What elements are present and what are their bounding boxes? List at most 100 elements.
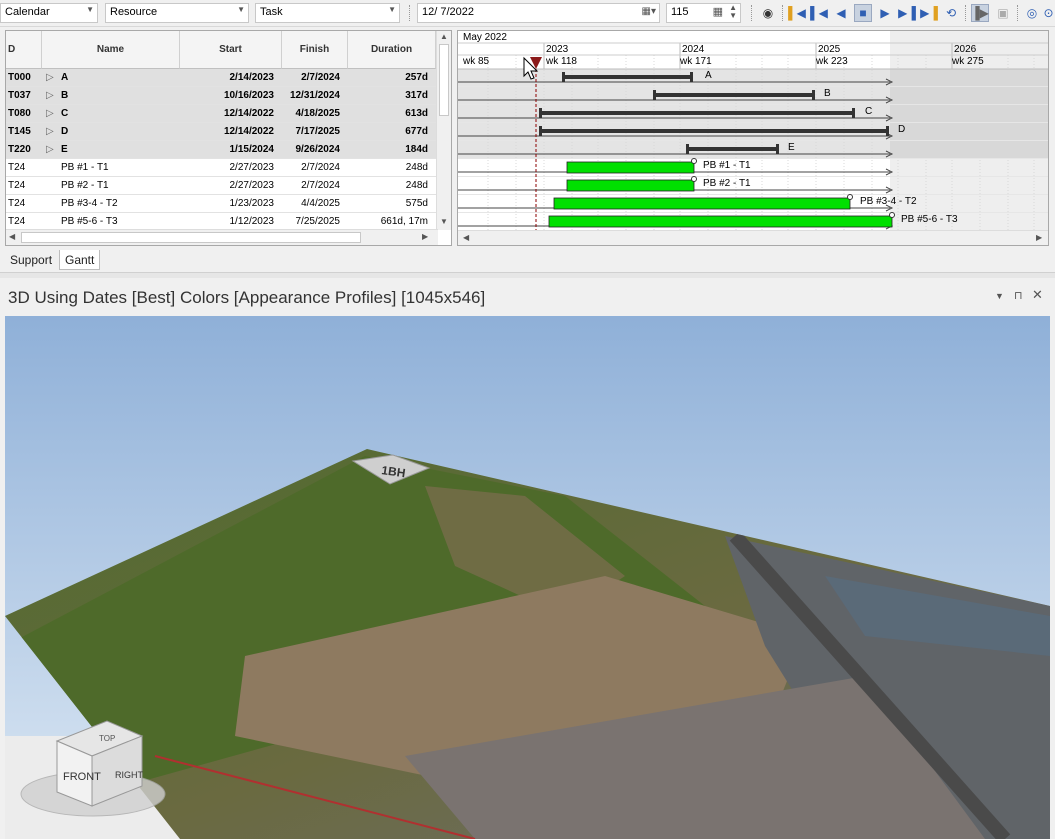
record-icon[interactable]: ◉ [759, 4, 777, 22]
bar-label: A [705, 70, 712, 81]
play-icon[interactable]: ▶ [876, 4, 894, 22]
number-spinner[interactable]: 115 ▦ ▲ ▼ [666, 3, 741, 23]
timescale-year: 2026 [954, 44, 977, 55]
spinner-arrows-icon[interactable]: ▲ ▼ [729, 4, 737, 20]
table-row[interactable]: T145 D 12/14/2022 7/17/2025 677d ▷ [6, 123, 436, 141]
cell-name: PB #1 - T1 [61, 162, 109, 173]
task-dropdown[interactable]: Task ▼ [255, 3, 400, 23]
timescale-week: wk 223 [816, 56, 848, 67]
grid-horizontal-scrollbar[interactable]: ◀ ▶ [6, 229, 438, 245]
grid-vertical-scrollbar[interactable]: ▲ ▼ [436, 31, 451, 230]
cell-finish: 2/7/2024 [301, 72, 340, 83]
summary-bar-cap [539, 108, 542, 118]
toolbar: Calendar ▼ Resource ▼ Task ▼ 12/ 7/2022 … [0, 0, 1055, 27]
calendar-icon[interactable]: ▦▾ [642, 6, 656, 17]
table-row[interactable]: T24 PB #2 - T1 2/27/2023 2/7/2024 248d [6, 177, 436, 195]
scroll-right-icon[interactable]: ▶ [1036, 233, 1042, 242]
scroll-right-icon[interactable]: ▶ [422, 232, 428, 241]
bar-label: D [898, 124, 906, 135]
summary-bar-cap [562, 72, 565, 82]
scroll-left-icon[interactable]: ◀ [463, 233, 469, 242]
column-header-id[interactable]: D [6, 31, 42, 69]
expand-icon[interactable]: ▷ [46, 69, 56, 87]
cell-start: 2/27/2023 [229, 180, 275, 191]
bar-label: B [824, 88, 831, 99]
expand-icon[interactable]: ▷ [46, 123, 56, 141]
summary-bar[interactable] [687, 147, 778, 151]
table-row[interactable]: T000 A 2/14/2023 2/7/2024 257d ▷ [6, 69, 436, 87]
user-icon[interactable]: ◎ [1023, 4, 1041, 22]
task-bar[interactable] [553, 197, 851, 210]
summary-bar[interactable] [540, 129, 888, 133]
gantt-horizontal-scrollbar[interactable]: ◀ ▶ [458, 230, 1048, 245]
summary-bar[interactable] [540, 111, 854, 115]
close-icon[interactable]: ✕ [1032, 287, 1043, 303]
tab-gantt[interactable]: Gantt [59, 250, 101, 270]
summary-bar-cap [852, 108, 855, 118]
table-row[interactable]: T037 B 10/16/2023 12/31/2024 317d ▷ [6, 87, 436, 105]
expand-icon[interactable]: ▷ [46, 105, 56, 123]
resource-dropdown[interactable]: Resource ▼ [105, 3, 249, 23]
frame-icon[interactable]: ▣ [994, 4, 1012, 22]
pin-icon[interactable]: ⊓ [1014, 289, 1023, 302]
expand-icon[interactable]: ▷ [46, 141, 56, 159]
task-bar[interactable] [566, 179, 695, 192]
table-row[interactable]: T24 PB #3-4 - T2 1/23/2023 4/4/2025 575d [6, 195, 436, 213]
play-backward-icon[interactable]: ◀ [832, 4, 850, 22]
task-bar[interactable] [566, 161, 695, 174]
column-header-duration[interactable]: Duration [348, 31, 436, 69]
cell-finish: 2/7/2024 [301, 162, 340, 173]
chevron-down-icon: ▼ [86, 5, 94, 14]
summary-bar-cap [653, 90, 656, 100]
cell-duration: 248d [405, 180, 428, 191]
step-forward-icon[interactable]: ▶▐ [898, 4, 916, 22]
expand-icon[interactable]: ▷ [46, 87, 56, 105]
scroll-down-icon[interactable]: ▼ [440, 217, 448, 226]
scroll-up-icon[interactable]: ▲ [440, 32, 448, 41]
date-picker[interactable]: 12/ 7/2022 ▦▾ [417, 3, 660, 23]
go-to-start-icon[interactable]: ▌ ◀ [788, 4, 806, 22]
step-back-icon[interactable]: ▌◀ [810, 4, 828, 22]
bar-label: C [865, 106, 873, 117]
task-dropdown-value: Task [260, 6, 283, 18]
tab-support[interactable]: Support [5, 250, 57, 270]
table-row[interactable]: T220 E 1/15/2024 9/26/2024 184d ▷ [6, 141, 436, 159]
cell-duration: 317d [405, 90, 428, 101]
timescale-week: wk 85 [463, 56, 490, 67]
column-header-finish[interactable]: Finish [282, 31, 348, 69]
scroll-thumb[interactable] [439, 44, 449, 116]
calendar-dropdown-value: Calendar [5, 6, 50, 18]
viewcube-top-label: TOP [99, 734, 115, 743]
chevron-down-icon: ▼ [237, 5, 245, 14]
cell-name: B [61, 90, 69, 101]
stop-icon[interactable]: ■ [854, 4, 872, 22]
play-mode-icon[interactable]: ▐▶ [971, 4, 989, 22]
table-row[interactable]: T080 C 12/14/2022 4/18/2025 613d ▷ [6, 105, 436, 123]
scroll-thumb[interactable] [21, 232, 361, 243]
panel-menu-icon[interactable]: ▼ [995, 291, 1004, 301]
cell-start: 1/15/2024 [229, 144, 275, 155]
panel-splitter[interactable] [0, 272, 1055, 278]
calculator-icon[interactable]: ▦ [713, 5, 723, 18]
gantt-chart[interactable]: May 2022 2023 2024 2025 2026 wk 85 wk 118 wk … [457, 30, 1049, 246]
3d-viewport[interactable]: 1BH TOP FRONT RIGHT [5, 316, 1050, 839]
settings-icon[interactable]: ⊙ [1042, 4, 1055, 22]
task-bar[interactable] [548, 215, 893, 228]
loop-icon[interactable]: ⟲ [942, 4, 960, 22]
cell-id: T24 [8, 162, 26, 173]
timescale-year: 2023 [546, 44, 569, 55]
task-link-handle [889, 212, 895, 218]
cell-name: PB #3-4 - T2 [61, 198, 118, 209]
cell-finish: 7/17/2025 [295, 126, 341, 137]
calendar-dropdown[interactable]: Calendar ▼ [0, 3, 98, 23]
task-link-handle [847, 194, 853, 200]
cell-name: PB #2 - T1 [61, 180, 109, 191]
column-header-name[interactable]: Name [42, 31, 180, 69]
table-row[interactable]: T24 PB #1 - T1 2/27/2023 2/7/2024 248d [6, 159, 436, 177]
go-to-end-icon[interactable]: ▶ ▐ [920, 4, 938, 22]
summary-bar[interactable] [563, 75, 692, 79]
timescale-month: May 2022 [463, 32, 507, 43]
summary-bar[interactable] [654, 93, 814, 97]
scroll-left-icon[interactable]: ◀ [9, 232, 15, 241]
column-header-start[interactable]: Start [180, 31, 282, 69]
